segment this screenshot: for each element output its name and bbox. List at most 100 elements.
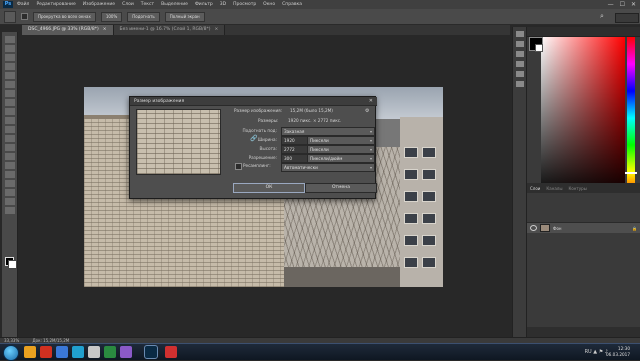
fit-screen-button[interactable]: Подогнать bbox=[127, 11, 160, 22]
paragraph-icon[interactable] bbox=[516, 81, 524, 87]
image-size-value: 15,2M (было 15,2M) bbox=[290, 108, 333, 113]
building-window bbox=[422, 213, 436, 224]
skype-icon[interactable] bbox=[72, 346, 84, 358]
search-icon[interactable]: ⌕ bbox=[600, 12, 604, 21]
height-input[interactable]: 2772 bbox=[281, 145, 309, 154]
hue-slider[interactable] bbox=[627, 37, 635, 199]
tab-close-icon[interactable]: × bbox=[103, 27, 107, 32]
zoom-100-button[interactable]: 100% bbox=[100, 11, 123, 22]
marquee-tool-icon[interactable] bbox=[5, 45, 15, 52]
menu-help[interactable]: Справка bbox=[282, 2, 302, 7]
resolution-label: Разрешение: bbox=[248, 155, 277, 160]
maximize-icon[interactable]: ☐ bbox=[620, 1, 625, 8]
hue-slider-handle[interactable] bbox=[625, 172, 637, 174]
layers-panel-tabs: Слои Каналы Контуры bbox=[527, 183, 640, 193]
layer-thumbnail bbox=[540, 224, 550, 232]
zoom-tool-icon[interactable] bbox=[5, 207, 15, 214]
hand-tool-icon[interactable] bbox=[4, 10, 16, 23]
app-icon[interactable] bbox=[165, 346, 177, 358]
shape-tool-icon[interactable] bbox=[5, 189, 15, 196]
resample-checkbox[interactable] bbox=[235, 163, 242, 170]
scroll-all-button[interactable]: Прокрутка во всех окнах bbox=[33, 11, 96, 22]
menu-3d[interactable]: 3D bbox=[220, 2, 226, 7]
brush-tool-icon[interactable] bbox=[5, 99, 15, 106]
system-tray[interactable]: RU ▲ ⚑ ♪ bbox=[585, 349, 608, 355]
height-unit-select[interactable]: Пиксели bbox=[307, 145, 375, 154]
history-brush-tool-icon[interactable] bbox=[5, 117, 15, 124]
building-window bbox=[404, 257, 418, 268]
tab-paths[interactable]: Контуры bbox=[568, 186, 586, 191]
stamp-tool-icon[interactable] bbox=[5, 108, 15, 115]
workspace-select[interactable] bbox=[615, 13, 639, 23]
menu-type[interactable]: Текст bbox=[141, 2, 154, 7]
width-unit-select[interactable]: Пиксели bbox=[307, 136, 375, 145]
width-input[interactable]: 1920 bbox=[281, 136, 309, 145]
menu-select[interactable]: Выделение bbox=[161, 2, 188, 7]
pen-tool-icon[interactable] bbox=[5, 162, 15, 169]
gear-icon[interactable]: ⚙ bbox=[365, 108, 369, 114]
crop-tool-icon[interactable] bbox=[5, 72, 15, 79]
building-window bbox=[422, 169, 436, 180]
dodge-tool-icon[interactable] bbox=[5, 153, 15, 160]
dialog-title: Размер изображения ✕ bbox=[130, 97, 377, 106]
start-button[interactable] bbox=[3, 345, 19, 361]
media-player-icon[interactable] bbox=[56, 346, 68, 358]
windows-taskbar: RU ▲ ⚑ ♪ 12:30 06.03.2017 bbox=[0, 343, 640, 361]
fit-to-select[interactable]: Заказная bbox=[281, 127, 375, 136]
clock[interactable]: 12:30 06.03.2017 bbox=[606, 346, 630, 358]
play-icon[interactable] bbox=[516, 41, 524, 47]
info-icon[interactable] bbox=[516, 61, 524, 67]
quick-select-tool-icon[interactable] bbox=[5, 63, 15, 70]
app-icon[interactable] bbox=[88, 346, 100, 358]
history-icon[interactable] bbox=[516, 31, 524, 37]
layer-name: Фон bbox=[553, 225, 562, 231]
photoshop-taskbar-icon[interactable] bbox=[144, 345, 158, 359]
menu-edit[interactable]: Редактирование bbox=[36, 2, 75, 7]
resolution-unit-select[interactable]: Пиксели/дюйм bbox=[307, 154, 375, 163]
opera-icon[interactable] bbox=[40, 346, 52, 358]
ok-button[interactable]: ОК bbox=[233, 183, 305, 193]
menu-filter[interactable]: Фильтр bbox=[195, 2, 213, 7]
building-window bbox=[404, 169, 418, 180]
eye-icon[interactable] bbox=[530, 225, 537, 231]
menu-window[interactable]: Окно bbox=[263, 2, 275, 7]
blur-tool-icon[interactable] bbox=[5, 144, 15, 151]
scroll-all-checkbox[interactable] bbox=[21, 13, 28, 20]
eyedropper-tool-icon[interactable] bbox=[5, 81, 15, 88]
gradient-tool-icon[interactable] bbox=[5, 135, 15, 142]
tab-layers[interactable]: Слои bbox=[530, 186, 540, 191]
background-color-swatch[interactable] bbox=[8, 260, 17, 269]
tab-close-icon[interactable]: × bbox=[214, 27, 218, 32]
menu-view[interactable]: Просмотр bbox=[233, 2, 256, 7]
minimize-icon[interactable]: — bbox=[608, 1, 614, 8]
move-tool-icon[interactable] bbox=[5, 36, 15, 43]
color-picker-field[interactable] bbox=[541, 37, 625, 199]
app-icon[interactable] bbox=[120, 346, 132, 358]
menu-file[interactable]: Файл bbox=[17, 2, 29, 7]
resample-select[interactable]: Автоматически bbox=[281, 163, 375, 172]
tab-dsc-4966[interactable]: DSC_4966.JPG @ 33% (RGB/8*) × bbox=[22, 25, 114, 35]
clock-date: 06.03.2017 bbox=[606, 352, 630, 357]
type-tool-icon[interactable] bbox=[5, 171, 15, 178]
eraser-tool-icon[interactable] bbox=[5, 126, 15, 133]
menu-image[interactable]: Изображение bbox=[83, 2, 115, 7]
menu-layers[interactable]: Слои bbox=[122, 2, 134, 7]
explorer-icon[interactable] bbox=[24, 346, 36, 358]
lasso-tool-icon[interactable] bbox=[5, 54, 15, 61]
cancel-button[interactable]: Отмена bbox=[305, 183, 377, 193]
character-icon[interactable] bbox=[516, 71, 524, 77]
tab-channels[interactable]: Каналы bbox=[546, 186, 562, 191]
healing-tool-icon[interactable] bbox=[5, 90, 15, 97]
layer-row[interactable]: Фон 🔒 bbox=[527, 223, 640, 233]
resolution-input[interactable]: 300 bbox=[281, 154, 309, 163]
brush-settings-icon[interactable] bbox=[516, 51, 524, 57]
fill-screen-button[interactable]: Полный экран bbox=[164, 11, 205, 22]
hand-tool-icon[interactable] bbox=[5, 198, 15, 205]
close-icon[interactable]: ✕ bbox=[631, 1, 636, 8]
close-icon[interactable]: ✕ bbox=[369, 97, 373, 106]
tab-untitled-1[interactable]: Без имени-1 @ 16.7% (Слой 1, RGB/8*) × bbox=[113, 25, 226, 35]
app-icon[interactable] bbox=[104, 346, 116, 358]
background-color-swatch[interactable] bbox=[535, 44, 543, 52]
preview-thumbnail[interactable] bbox=[136, 109, 221, 175]
path-select-tool-icon[interactable] bbox=[5, 180, 15, 187]
